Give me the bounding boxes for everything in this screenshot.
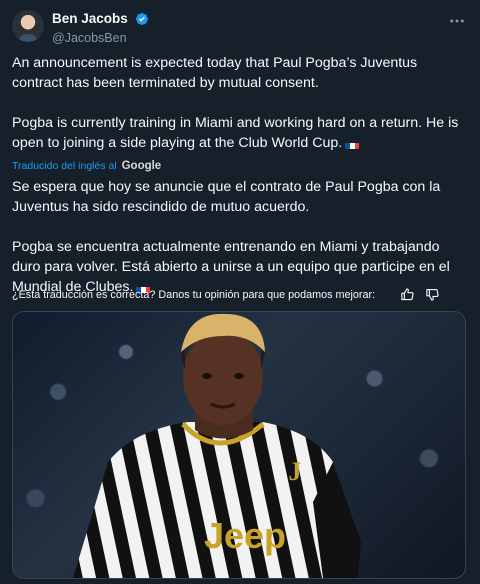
verified-badge-icon — [136, 12, 149, 25]
tweet-paragraph: An announcement is expected today that P… — [12, 55, 418, 91]
tweet-paragraph: Pogba is currently training in Miami and… — [12, 115, 459, 151]
translated-text: Se espera que hoy se anuncie que el cont… — [12, 177, 468, 297]
google-logo: Google — [121, 160, 162, 172]
author-handle[interactable]: @JacobsBen — [52, 30, 149, 46]
player-illustration: Jeep J — [73, 313, 361, 578]
france-flag-icon — [345, 139, 360, 149]
tweet-photo[interactable]: Jeep J — [12, 311, 466, 579]
jersey-badge: J — [289, 457, 302, 486]
translation-feedback: ¿Esta traducción es correcta? Danos tu o… — [12, 286, 468, 304]
translated-paragraph: Se espera que hoy se anuncie que el cont… — [12, 179, 441, 215]
author-avatar[interactable] — [12, 10, 44, 42]
thumbs-up-icon[interactable] — [400, 287, 415, 302]
author-display-name[interactable]: Ben Jacobs — [52, 11, 128, 27]
jersey-sponsor-text: Jeep — [204, 515, 286, 556]
tweet-header: Ben Jacobs @JacobsBen — [12, 10, 468, 46]
more-options-icon[interactable] — [448, 12, 466, 30]
translation-label: Traducido del inglés al Google — [12, 160, 162, 172]
tweet-body: An announcement is expected today that P… — [12, 53, 468, 297]
thumbs-down-icon[interactable] — [425, 287, 440, 302]
author-names: Ben Jacobs @JacobsBen — [52, 10, 149, 46]
feedback-prompt: ¿Esta traducción es correcta? Danos tu o… — [12, 289, 376, 301]
